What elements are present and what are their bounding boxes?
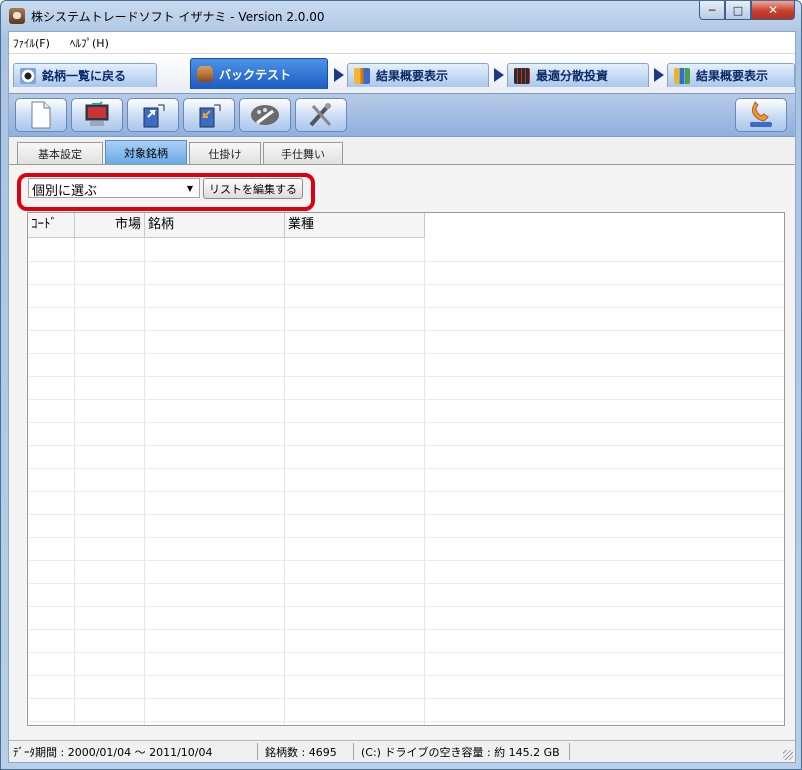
tab-exit-label: 手仕舞い bbox=[281, 147, 325, 161]
column-header-market[interactable]: 市場 bbox=[75, 213, 145, 237]
table-body bbox=[28, 238, 784, 725]
tab-backtest-label: バックテスト bbox=[219, 67, 292, 82]
row-divider bbox=[28, 652, 784, 653]
row-divider bbox=[28, 721, 784, 722]
app-icon bbox=[9, 8, 25, 24]
tab-entry-label: 仕掛け bbox=[208, 147, 242, 161]
new-file-icon bbox=[31, 101, 51, 129]
results-icon bbox=[354, 67, 370, 84]
tab-results-summary-label: 結果概要表示 bbox=[376, 69, 449, 83]
status-divider bbox=[353, 743, 354, 760]
wrench-palette-icon bbox=[251, 105, 279, 125]
tab-optimal-diversification-label: 最適分散投資 bbox=[536, 69, 609, 83]
row-divider bbox=[28, 284, 784, 285]
selection-mode-combo[interactable]: 個別に選ぶ ▼ bbox=[28, 178, 200, 199]
tab-results-summary-2-label: 結果概要表示 bbox=[696, 69, 769, 83]
settings-button[interactable] bbox=[239, 98, 291, 132]
status-bar: ﾃﾞｰﾀ期間 : 2000/01/04 ～ 2011/10/04 銘柄数 : 4… bbox=[9, 740, 795, 762]
tab-exit[interactable]: 手仕舞い bbox=[263, 142, 343, 164]
app-window: 株システムトレードソフト イザナミ - Version 2.0.00 ─ □ ✕… bbox=[0, 0, 802, 770]
stock-table[interactable]: ｺｰﾄﾞ 市場 銘柄 業種 bbox=[27, 212, 785, 726]
play-arrow-icon bbox=[494, 68, 504, 82]
tools-icon bbox=[309, 103, 332, 127]
column-header-stock[interactable]: 銘柄 bbox=[145, 213, 285, 237]
main-tab-strip: 銘柄一覧に戻る バックテスト 結果概要表示 最適分散投資 結果概要表示 bbox=[9, 54, 795, 91]
grid-chart-icon bbox=[514, 67, 530, 84]
row-divider bbox=[28, 606, 784, 607]
column-header-code[interactable]: ｺｰﾄﾞ bbox=[28, 213, 75, 237]
row-divider bbox=[28, 422, 784, 423]
sub-tab-strip: 基本設定 対象銘柄 仕掛け 手仕舞い bbox=[9, 138, 795, 164]
bar-chart-icon bbox=[674, 67, 690, 84]
tab-basic-settings-label: 基本設定 bbox=[38, 147, 82, 161]
row-divider bbox=[28, 537, 784, 538]
new-button[interactable] bbox=[15, 98, 67, 132]
row-divider bbox=[28, 307, 784, 308]
play-arrow-icon bbox=[334, 68, 344, 82]
tab-entry[interactable]: 仕掛け bbox=[189, 142, 261, 164]
table-header: ｺｰﾄﾞ 市場 銘柄 業種 bbox=[28, 213, 425, 238]
close-button[interactable]: ✕ bbox=[751, 1, 795, 20]
tab-optimal-diversification[interactable]: 最適分散投資 bbox=[507, 63, 649, 87]
support-button[interactable] bbox=[735, 98, 787, 132]
menu-bar: ﾌｧｲﾙ(F) ﾍﾙﾌﾟ(H) bbox=[9, 32, 795, 54]
title-bar[interactable]: 株システムトレードソフト イザナミ - Version 2.0.00 ─ □ ✕ bbox=[1, 1, 801, 31]
export-button[interactable] bbox=[127, 98, 179, 132]
chevron-down-icon[interactable]: ▼ bbox=[183, 181, 197, 195]
tab-target-stocks-label: 対象銘柄 bbox=[124, 146, 168, 160]
export-icon bbox=[143, 104, 165, 128]
computer-icon bbox=[85, 101, 109, 126]
toolbar bbox=[9, 93, 795, 137]
tab-back-to-list-label: 銘柄一覧に戻る bbox=[42, 69, 127, 83]
eye-icon bbox=[20, 67, 36, 84]
status-stock-count: 銘柄数 : 4695 bbox=[265, 746, 337, 759]
row-divider bbox=[28, 514, 784, 515]
tab-basic-settings[interactable]: 基本設定 bbox=[17, 142, 103, 164]
resize-grip[interactable] bbox=[783, 750, 793, 760]
close-icon: ✕ bbox=[767, 3, 779, 17]
row-divider bbox=[28, 675, 784, 676]
maximize-button[interactable]: □ bbox=[725, 1, 751, 20]
maximize-icon: □ bbox=[732, 3, 744, 17]
tools-button[interactable] bbox=[295, 98, 347, 132]
row-divider bbox=[28, 445, 784, 446]
tab-results-summary[interactable]: 結果概要表示 bbox=[347, 63, 489, 87]
column-header-industry[interactable]: 業種 bbox=[285, 213, 425, 237]
import-icon bbox=[199, 104, 221, 128]
edit-list-button[interactable]: リストを編集する bbox=[203, 178, 303, 199]
status-divider bbox=[569, 743, 570, 760]
tab-back-to-list[interactable]: 銘柄一覧に戻る bbox=[13, 63, 157, 87]
import-button[interactable] bbox=[183, 98, 235, 132]
tab-results-summary-2[interactable]: 結果概要表示 bbox=[667, 63, 795, 87]
status-divider bbox=[257, 743, 258, 760]
menu-file[interactable]: ﾌｧｲﾙ(F) bbox=[13, 35, 50, 51]
tab-backtest[interactable]: バックテスト bbox=[190, 58, 328, 89]
phone-support-icon bbox=[750, 101, 772, 127]
row-divider bbox=[28, 583, 784, 584]
selection-mode-value: 個別に選ぶ bbox=[32, 184, 98, 199]
client-area: ﾌｧｲﾙ(F) ﾍﾙﾌﾟ(H) 銘柄一覧に戻る バックテスト 結果概要表示 最適… bbox=[8, 31, 796, 763]
computer-button[interactable] bbox=[71, 98, 123, 132]
caption-buttons: ─ □ ✕ bbox=[699, 1, 795, 21]
menu-help[interactable]: ﾍﾙﾌﾟ(H) bbox=[70, 35, 109, 51]
row-divider bbox=[28, 629, 784, 630]
play-arrow-icon bbox=[654, 68, 664, 82]
status-data-period: ﾃﾞｰﾀ期間 : 2000/01/04 ～ 2011/10/04 bbox=[13, 746, 213, 759]
row-divider bbox=[28, 399, 784, 400]
minimize-icon: ─ bbox=[708, 3, 716, 17]
bag-icon bbox=[197, 66, 213, 82]
status-disk-free: (C:) ドライブの空き容量 : 約 145.2 GB bbox=[361, 746, 560, 759]
row-divider bbox=[28, 261, 784, 262]
row-divider bbox=[28, 376, 784, 377]
window-title: 株システムトレードソフト イザナミ - Version 2.0.00 bbox=[31, 10, 325, 24]
minimize-button[interactable]: ─ bbox=[699, 1, 725, 20]
row-divider bbox=[28, 468, 784, 469]
row-divider bbox=[28, 491, 784, 492]
row-divider bbox=[28, 698, 784, 699]
row-divider bbox=[28, 353, 784, 354]
row-divider bbox=[28, 560, 784, 561]
row-divider bbox=[28, 330, 784, 331]
tab-target-stocks[interactable]: 対象銘柄 bbox=[105, 140, 187, 164]
